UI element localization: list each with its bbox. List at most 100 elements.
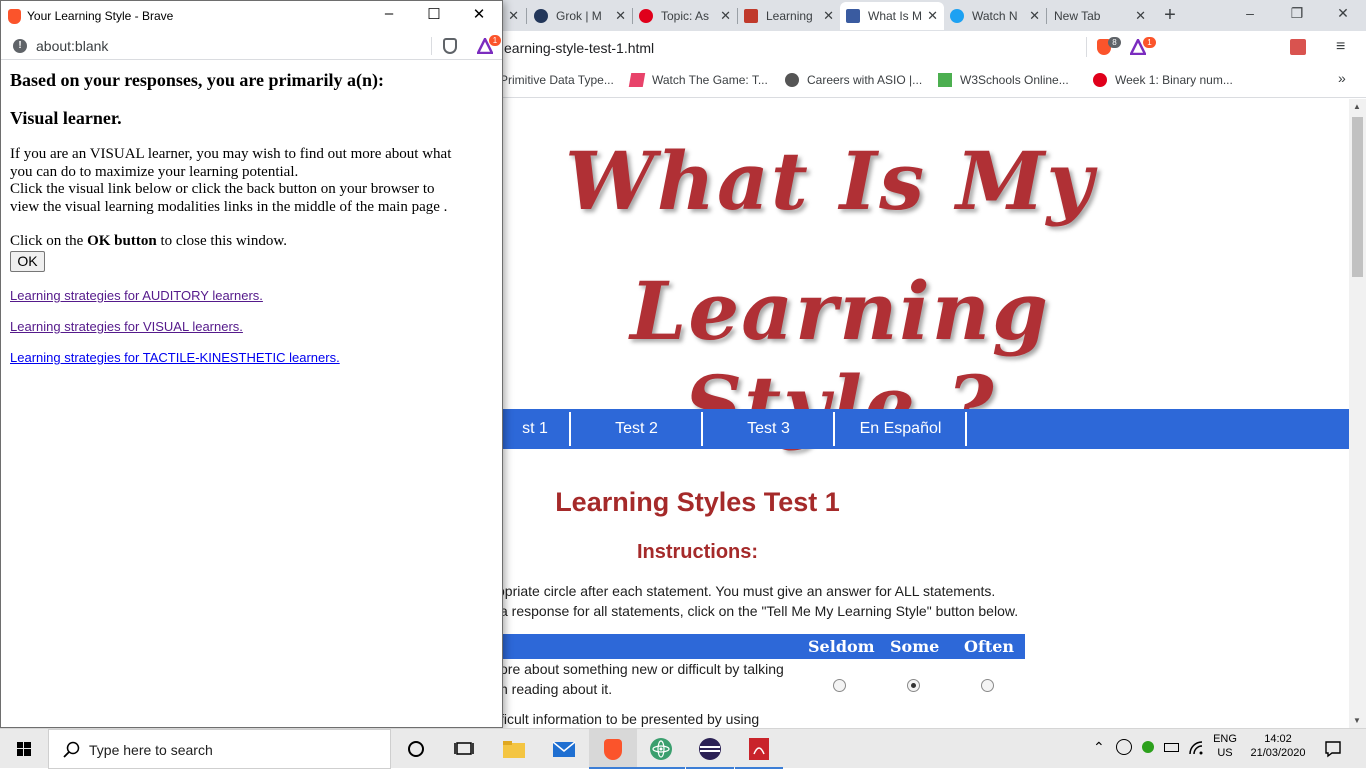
tab-1[interactable]: ✕ [503,2,525,30]
tab-learning[interactable]: Learning ✕ [738,2,840,30]
eclipse-taskbar-button[interactable] [686,729,734,769]
info-icon[interactable]: ! [13,39,27,53]
instructions-title: Instructions: [636,541,759,563]
link-visual-strategies[interactable]: Learning strategies for VISUAL learners. [10,319,243,334]
menu-icon[interactable]: ≡ [1336,38,1345,56]
grok-favicon-icon [534,9,548,23]
tab-close-icon[interactable]: ✕ [1135,8,1146,24]
result-paragraph-line: Click the visual link below or click the… [10,181,435,197]
popup-address-bar[interactable]: ! about:blank 1 [1,32,502,60]
bookmark-item[interactable]: Careers with ASIO |... [785,73,922,87]
tab-close-icon[interactable]: ✕ [508,8,519,24]
nav-test-3[interactable]: Test 3 [703,409,834,449]
scroll-down-arrow-icon[interactable]: ▼ [1353,716,1361,725]
tray-app-icon[interactable] [1116,739,1132,755]
folder-icon [503,741,525,758]
header-often: Often [964,637,1015,656]
question-1-text: n reading about it. [500,681,613,697]
battery-icon[interactable] [1164,743,1179,752]
link-tactile-kinesthetic-strategies[interactable]: Learning strategies for TACTILE-KINESTHE… [10,350,340,365]
nav-test-2[interactable]: Test 2 [571,409,702,449]
page-scrollbar[interactable]: ▲ ▼ [1349,99,1366,728]
language-indicator[interactable]: ENG US [1208,733,1242,759]
bookmark-item[interactable]: Week 1: Binary num... [1093,73,1233,87]
header-seldom: Seldom [808,637,875,656]
tab-close-icon[interactable]: ✕ [927,8,938,24]
show-hidden-icons-button[interactable]: ⌃ [1093,739,1105,756]
bookmark-favicon-icon [938,73,952,87]
bookmark-favicon-icon [628,73,646,87]
q1-some-radio[interactable] [907,679,920,692]
tab-watch[interactable]: Watch N ✕ [944,2,1046,30]
clock[interactable]: 14:02 21/03/2020 [1246,733,1310,759]
header-some: Some [890,637,940,656]
result-paragraph-line: view the visual learning modalities link… [10,198,448,215]
notifications-icon[interactable] [1324,740,1342,758]
restore-button[interactable]: ❐ [1282,5,1312,22]
rewards-badge: 1 [1143,37,1156,48]
ok-button[interactable]: OK [10,251,45,272]
scroll-up-arrow-icon[interactable]: ▲ [1353,102,1361,111]
eclipse-icon [699,738,721,760]
bookmarks-overflow-button[interactable]: » [1338,70,1346,86]
result-learning-type: Visual learner. [10,108,122,128]
brave-logo-icon [8,9,21,24]
brave-taskbar-button[interactable] [589,729,637,769]
popup-url-text[interactable]: about:blank [36,38,108,54]
tab-close-icon[interactable]: ✕ [615,8,626,24]
brave-icon [604,738,622,760]
close-window-button[interactable]: ✕ [1328,5,1358,22]
bookmark-item[interactable]: W3Schools Online... [938,73,1069,87]
file-explorer-button[interactable] [490,729,538,769]
mail-button[interactable] [540,729,588,769]
bookmark-favicon-icon [1093,73,1107,87]
task-view-icon [454,742,474,755]
url-text[interactable]: earning-style-test-1.html [504,40,654,56]
popup-window: Your Learning Style - Brave – ☐ ✕ ! abou… [0,0,503,728]
windows-logo-icon [17,742,31,756]
nav-en-espanol[interactable]: En Español [835,409,966,449]
result-paragraph-line: If you are an VISUAL learner, you may wi… [10,146,452,162]
question-table-header: Seldom Some Often [490,634,1025,659]
search-placeholder: Type here to search [89,742,213,758]
bookmark-item[interactable]: Watch The Game: T... [628,73,768,87]
instruction-line: opriate circle after each statement. You… [497,583,996,599]
minimize-button[interactable]: – [1235,5,1265,21]
tab-grok[interactable]: Grok | M ✕ [528,2,632,30]
popup-window-title: Your Learning Style - Brave [27,9,174,23]
popup-close-button[interactable]: ✕ [464,5,494,23]
q1-seldom-radio[interactable] [833,679,846,692]
link-auditory-strategies[interactable]: Learning strategies for AUDITORY learner… [10,288,263,303]
brave-shields-icon[interactable] [443,38,457,54]
sync-status-icon[interactable] [1142,741,1154,753]
mail-icon [552,741,576,757]
popup-minimize-button[interactable]: – [374,5,404,22]
tab-new-tab[interactable]: New Tab ✕ [1048,2,1152,30]
acrobat-taskbar-button[interactable] [735,729,783,769]
bookmark-item[interactable]: Primitive Data Type... [500,73,614,87]
popup-maximize-button[interactable]: ☐ [419,5,449,23]
tab-close-icon[interactable]: ✕ [823,8,834,24]
q1-often-radio[interactable] [981,679,994,692]
tab-close-icon[interactable]: ✕ [720,8,731,24]
box-favicon-icon [744,9,758,23]
close-instruction: Click on the OK button to close this win… [10,233,287,249]
new-tab-button[interactable]: + [1160,4,1180,27]
task-view-button[interactable] [440,729,488,769]
scroll-thumb[interactable] [1352,117,1363,277]
tab-what-is-my[interactable]: What Is M ✕ [840,2,944,30]
pdf-icon [749,738,769,760]
pdf-extension-icon[interactable] [1290,39,1306,55]
cortana-button[interactable] [392,729,440,769]
result-heading: Based on your responses, you are primari… [10,70,385,90]
start-button[interactable] [0,729,48,769]
topic-favicon-icon [639,9,653,23]
windows-taskbar: Type here to search ⌃ ENG US 14:02 21/03… [0,728,1366,769]
tab-close-icon[interactable]: ✕ [1029,8,1040,24]
nav-test-1[interactable]: st 1 [500,409,570,449]
taskbar-search-box[interactable]: Type here to search [48,729,391,769]
wifi-icon[interactable] [1188,740,1204,756]
atom-taskbar-button[interactable] [637,729,685,769]
popup-titlebar[interactable]: Your Learning Style - Brave – ☐ ✕ [1,1,502,32]
tab-topic[interactable]: Topic: As ✕ [633,2,737,30]
